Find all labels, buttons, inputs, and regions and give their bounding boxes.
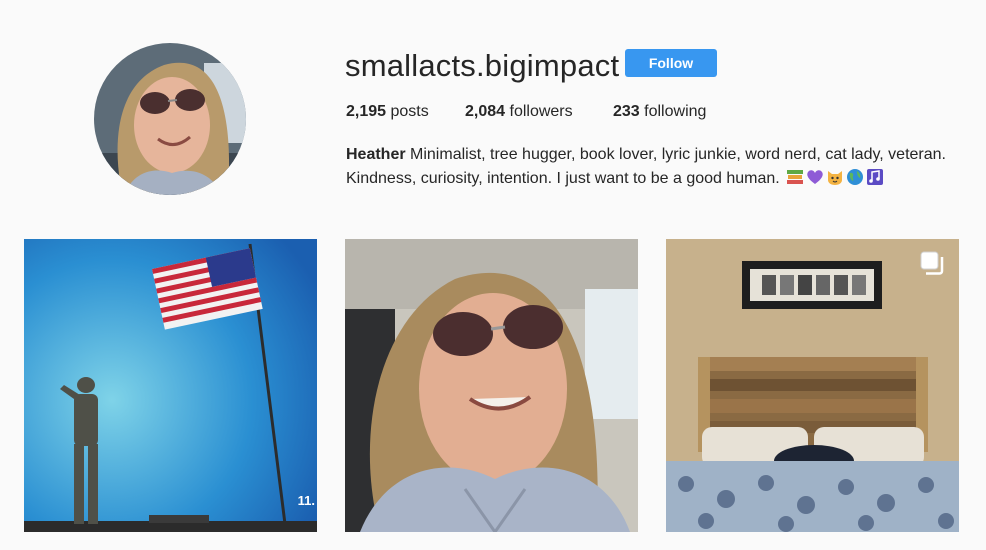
followers-stat[interactable]: 2,084 followers [465, 102, 613, 122]
followers-count: 2,084 [465, 103, 506, 120]
flag-salute-photo [24, 239, 317, 532]
followers-label: followers [509, 103, 573, 120]
post-thumbnail-1[interactable]: 11. [24, 239, 317, 532]
cat-face-icon [828, 171, 843, 185]
purple-heart-icon [807, 170, 823, 184]
following-label: following [644, 103, 707, 120]
globe-icon [847, 169, 864, 185]
bio-name: Heather [346, 146, 406, 163]
profile-bio: Heather Minimalist, tree hugger, book lo… [346, 143, 976, 191]
bio-line-1: Heather Minimalist, tree hugger, book lo… [346, 143, 976, 167]
following-count: 233 [613, 103, 640, 120]
bio-text-1: Minimalist, tree hugger, book lover, lyr… [405, 146, 946, 163]
post-thumbnail-2[interactable] [345, 239, 638, 532]
selfie-photo [345, 239, 638, 532]
following-stat[interactable]: 233 following [613, 102, 706, 122]
carousel-icon [920, 251, 944, 275]
profile-avatar[interactable] [94, 43, 246, 195]
music-notes-icon [867, 169, 884, 185]
follow-button[interactable]: Follow [625, 49, 717, 77]
profile-username: smallacts.bigimpact [345, 48, 620, 83]
bedroom-photo [666, 239, 959, 532]
profile-stats: 2,195 posts 2,084 followers 233 followin… [346, 102, 706, 122]
posts-label: posts [390, 103, 429, 120]
books-icon [787, 170, 804, 184]
posts-stat: 2,195 posts [346, 102, 465, 122]
bio-line-2: Kindness, curiosity, intention. I just w… [346, 167, 976, 191]
post-thumbnail-3[interactable] [666, 239, 959, 532]
post-corner-text: 11. [297, 493, 315, 508]
posts-count: 2,195 [346, 103, 387, 120]
avatar-photo [94, 43, 246, 195]
bio-text-2: Kindness, curiosity, intention. I just w… [346, 170, 785, 187]
